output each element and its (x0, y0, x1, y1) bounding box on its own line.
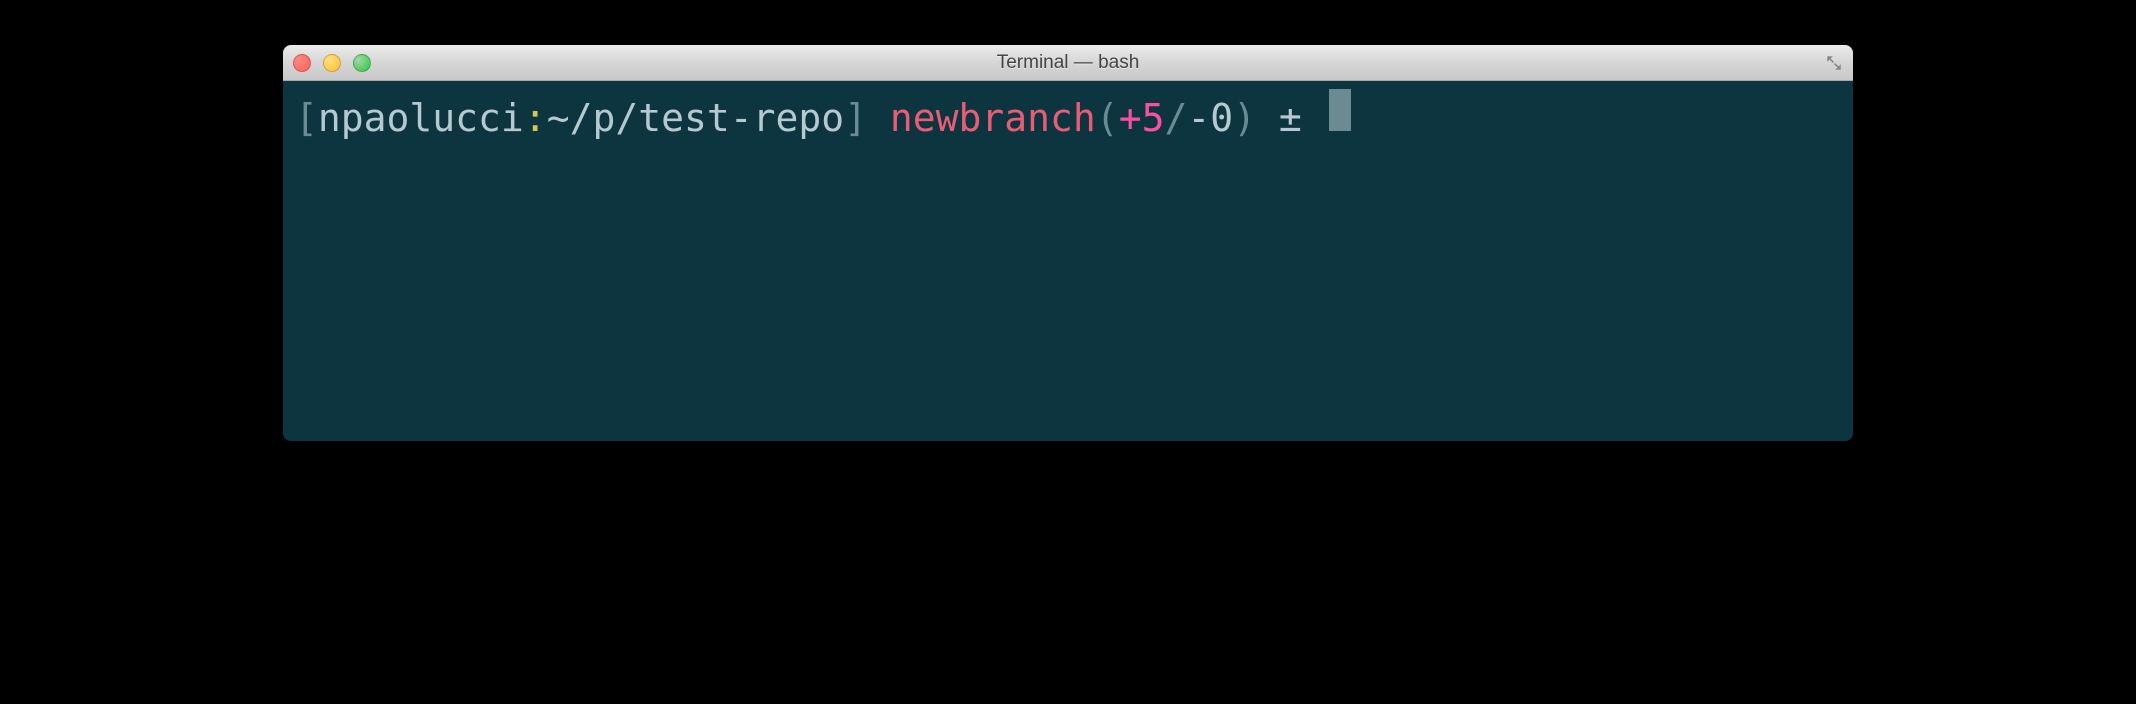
path: ~/p/test-repo (547, 94, 844, 143)
prompt-line: [npaolucci:~/p/test-repo] newbranch(+5/-… (295, 89, 1841, 143)
fullscreen-icon[interactable] (1825, 54, 1843, 72)
username: npaolucci (318, 94, 524, 143)
close-paren: ) (1233, 94, 1256, 143)
zoom-button[interactable] (353, 54, 371, 72)
plusminus-symbol: ± (1279, 94, 1302, 143)
traffic-lights (293, 54, 371, 72)
space (867, 94, 890, 143)
window-title: Terminal — bash (997, 52, 1140, 74)
open-paren: ( (1096, 94, 1119, 143)
slash: / (1164, 94, 1187, 143)
space (1256, 94, 1279, 143)
terminal-content[interactable]: [npaolucci:~/p/test-repo] newbranch(+5/-… (283, 81, 1853, 441)
close-button[interactable] (293, 54, 311, 72)
cursor (1329, 89, 1351, 131)
terminal-window: Terminal — bash [npaolucci:~/p/test-repo… (283, 45, 1853, 441)
close-bracket: ] (844, 94, 867, 143)
git-additions: +5 (1119, 94, 1165, 143)
minimize-button[interactable] (323, 54, 341, 72)
space (1302, 94, 1325, 143)
git-branch: newbranch (890, 94, 1096, 143)
titlebar[interactable]: Terminal — bash (283, 45, 1853, 81)
open-bracket: [ (295, 94, 318, 143)
git-deletions: -0 (1187, 94, 1233, 143)
colon: : (524, 94, 547, 143)
